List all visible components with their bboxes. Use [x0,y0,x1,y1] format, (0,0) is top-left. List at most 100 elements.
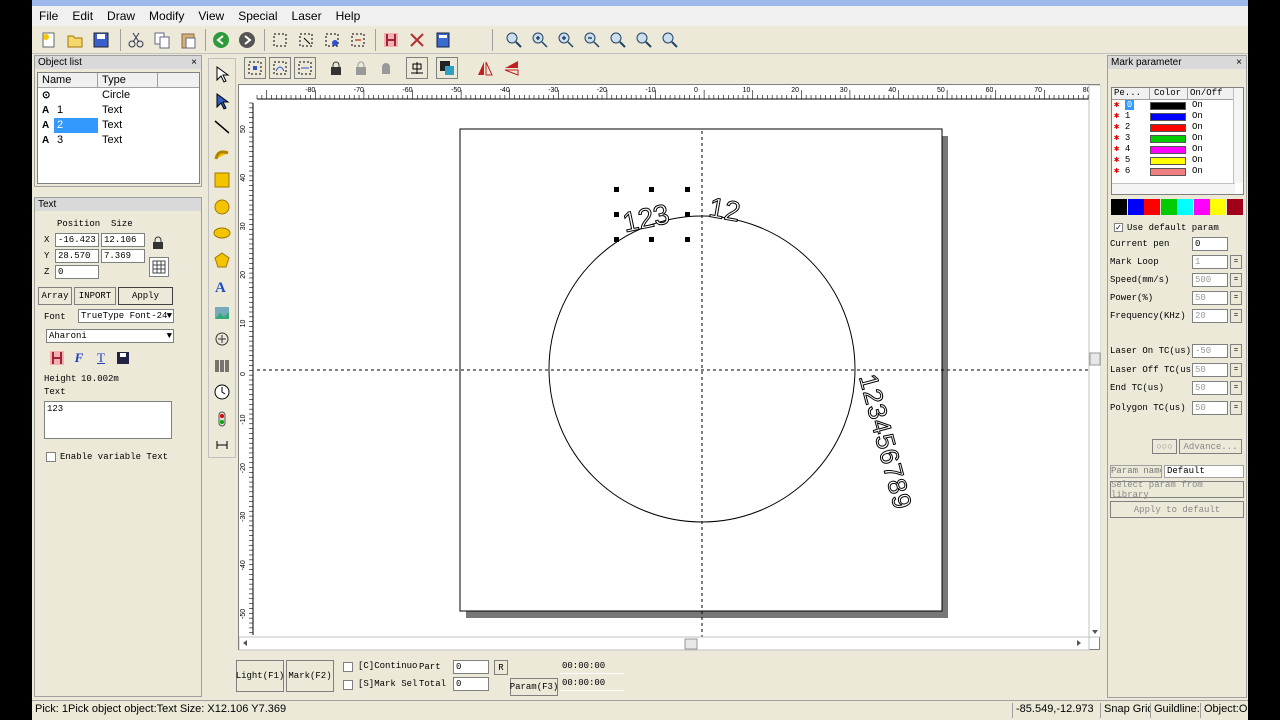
horizontal-scrollbar[interactable] [239,636,1090,651]
back-icon[interactable] [210,29,232,51]
param-spinner[interactable]: = [1230,255,1242,269]
tc-param-spinner[interactable]: = [1230,401,1242,415]
pen-color-swatch[interactable] [1150,134,1186,143]
pen-row[interactable]: ✱ 6 On [1112,166,1243,177]
output-port-icon[interactable] [211,434,233,456]
text-icon[interactable]: A [211,275,233,297]
select-box-icon[interactable] [244,57,266,79]
tc-param-value-field[interactable]: 50 [1192,381,1228,395]
col-color-header[interactable]: Color [1150,88,1188,99]
pen-color-swatch[interactable] [1150,156,1186,165]
pen-row[interactable]: ✱ 0 On [1112,100,1243,111]
text-content-field[interactable]: 123 [44,401,172,439]
hatch-icon[interactable] [380,29,402,51]
zoom-icon[interactable] [503,29,525,51]
input-port-icon[interactable] [211,408,233,430]
pointer-icon[interactable] [211,63,233,85]
vector-file-icon[interactable] [211,328,233,350]
position-y-field[interactable]: 28.570 [55,249,99,263]
font-style-icon[interactable]: F [69,348,89,368]
polygon-icon[interactable] [211,249,233,271]
horizontal-scroll-thumb[interactable] [684,638,698,650]
menu-laser[interactable]: Laser [285,9,329,23]
mirror-vertical-icon[interactable] [500,57,522,79]
cut-icon[interactable] [125,29,147,51]
light-button[interactable]: Light(F1) [236,660,284,692]
menu-help[interactable]: Help [329,9,368,23]
param-value-field[interactable]: 20 [1192,309,1228,323]
pen-row[interactable]: ✱ 4 On [1112,144,1243,155]
reset-button[interactable]: R [494,660,508,675]
palette-swatch[interactable] [1193,199,1210,215]
pen-table-vscroll[interactable] [1233,88,1243,183]
param-value-field[interactable]: 50 [1192,291,1228,305]
height-value[interactable]: 10.002m [81,374,119,384]
param-spinner[interactable]: = [1230,291,1242,305]
rectangle-icon[interactable] [211,169,233,191]
object-list-row[interactable]: ⊙ Circle [38,88,199,103]
pen-row[interactable]: ✱ 2 On [1112,122,1243,133]
bitmap-icon[interactable] [211,302,233,324]
pen-color-swatch[interactable] [1150,123,1186,132]
menu-draw[interactable]: Draw [100,9,142,23]
select-curve-icon[interactable] [269,57,291,79]
drawing-canvas[interactable]: -80 -70 -60 -50 -40 -30 -20 -10 0 10 20 30 40 50 60 70 8… [238,84,1101,651]
zoom-in-2-icon[interactable] [555,29,577,51]
node-select-icon[interactable] [211,90,233,112]
menu-edit[interactable]: Edit [65,9,100,23]
object-indicator[interactable]: Object:O [1200,703,1248,718]
pen-state[interactable]: On [1189,155,1203,166]
param-spinner[interactable]: = [1230,309,1242,323]
lock-icon[interactable] [325,57,347,79]
pen-state[interactable]: On [1189,111,1203,122]
select-all-icon[interactable] [269,29,291,51]
timer-icon[interactable] [211,381,233,403]
circle-icon[interactable] [211,196,233,218]
advance-toggle[interactable]: ○○○ [1152,439,1177,454]
palette-swatch[interactable] [1210,199,1226,215]
param-button[interactable]: Param(F3) [510,678,558,696]
object-list-row[interactable]: A 3 Text [38,133,199,148]
palette-swatch[interactable] [1160,199,1177,215]
unlock-all-icon[interactable] [375,57,397,79]
ellipse-icon[interactable] [211,222,233,244]
menu-file[interactable]: File [32,9,65,23]
font-type-select[interactable]: TrueType Font-24 ▼ [78,309,174,323]
use-default-checkbox[interactable]: ✓ [1114,223,1123,232]
col-onoff-header[interactable]: On/Off [1188,88,1232,99]
save-text-icon[interactable] [113,348,133,368]
close-icon[interactable]: × [191,56,197,69]
menu-view[interactable]: View [191,9,231,23]
position-x-field[interactable]: -16.423 [55,233,99,247]
menu-modify[interactable]: Modify [142,9,191,23]
size-y-field[interactable]: 7.369 [101,249,145,263]
palette-swatch[interactable] [1144,199,1160,215]
advance-button[interactable]: Advance... [1179,439,1242,454]
save-file-icon[interactable] [90,29,112,51]
size-x-field[interactable]: 12.106 [101,233,145,247]
select-reverse-icon[interactable] [294,57,316,79]
param-spinner[interactable]: = [1230,273,1242,287]
param-name-value[interactable]: Default [1164,465,1244,478]
tc-param-spinner[interactable]: = [1230,381,1242,395]
forward-icon[interactable] [236,29,258,51]
param-value-field[interactable]: 0 [1192,237,1228,251]
tc-param-value-field[interactable]: 50 [1192,401,1228,415]
pen-color-swatch[interactable] [1150,145,1186,154]
zoom-out-icon[interactable] [581,29,603,51]
text-object-2[interactable]: 12 [706,191,743,228]
palette-swatch[interactable] [1127,199,1144,215]
pen-state[interactable]: On [1189,133,1203,144]
pen-color-swatch[interactable] [1150,167,1186,176]
palette-swatch[interactable] [1226,199,1243,215]
param-value-field[interactable]: 500 [1192,273,1228,287]
pen-state[interactable]: On [1189,166,1203,177]
pen-color-swatch[interactable] [1150,101,1186,110]
zoom-in-icon[interactable] [529,29,551,51]
mark-button[interactable]: Mark(F2) [286,660,334,692]
pen-state[interactable]: On [1189,144,1203,155]
zoom-all-icon[interactable] [607,29,629,51]
pen-state[interactable]: On [1189,122,1203,133]
position-z-field[interactable]: 0 [55,265,99,279]
tc-param-spinner[interactable]: = [1230,344,1242,358]
